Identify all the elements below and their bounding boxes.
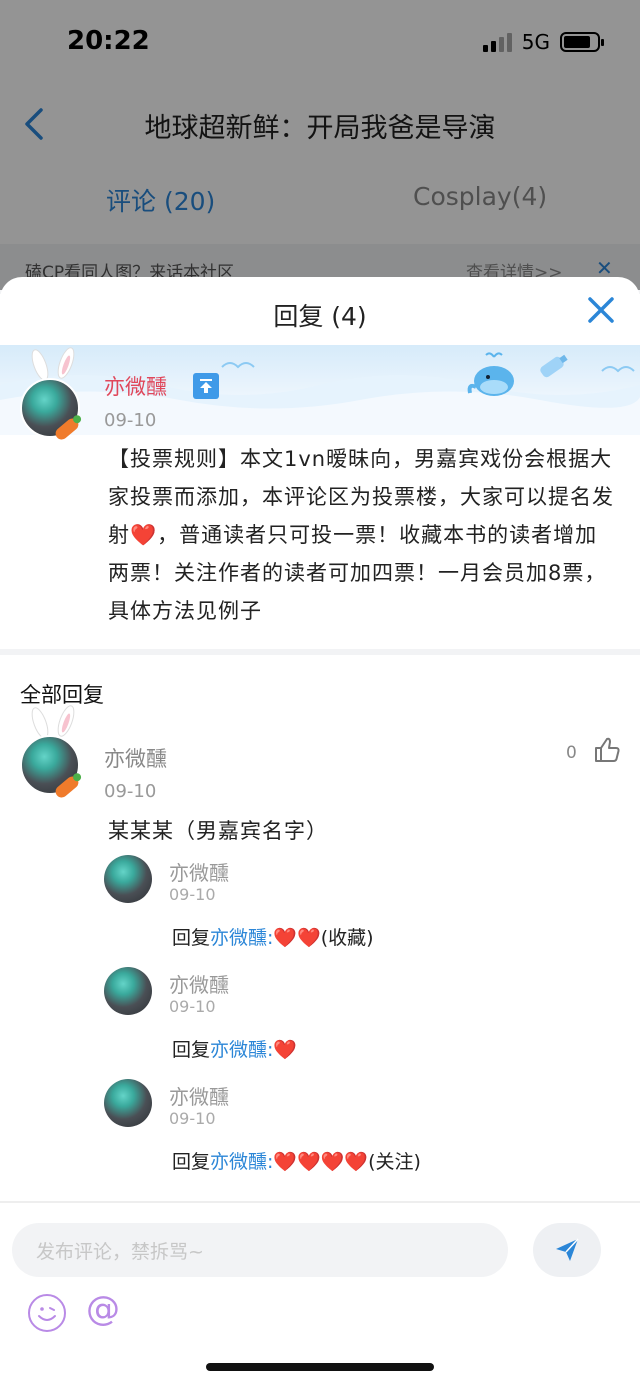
sub-reply-author[interactable]: 亦微醺 (169, 1081, 229, 1110)
like-count: 0 (566, 743, 577, 763)
avatar[interactable] (104, 1079, 152, 1127)
reply-suffix: (收藏) (320, 927, 374, 949)
mention-link[interactable]: 亦微醺: (210, 927, 273, 949)
sub-reply-text: 回复亦微醺:❤️❤️(收藏) (172, 923, 374, 950)
reply-prefix: 回复 (172, 1151, 211, 1173)
thumbs-up-icon[interactable] (592, 735, 622, 765)
reply-item: 亦微醺 09-10 0 某某某（男嘉宾名字） (0, 705, 640, 843)
reply-suffix: (关注) (368, 1151, 421, 1173)
home-indicator (206, 1363, 434, 1371)
sheet-title: 回复 (4) (273, 302, 367, 331)
heart-emoji: ❤️❤️ (273, 927, 321, 949)
mention-link[interactable]: 亦微醺: (210, 1039, 273, 1061)
heart-emoji: ❤️ (130, 523, 158, 547)
heart-emoji: ❤️❤️❤️❤️ (273, 1151, 369, 1173)
comment-text: 【投票规则】本文1vn暧昧向，男嘉宾戏份会根据大家投票而添加，本评论区为投票楼，… (108, 440, 618, 630)
comment-author[interactable]: 亦微醺 (104, 371, 167, 401)
input-divider (0, 1201, 640, 1203)
send-icon (556, 1238, 579, 1261)
emoji-icon[interactable] (28, 1294, 66, 1332)
sub-reply-date: 09-10 (169, 1109, 216, 1128)
pin-top-icon (193, 373, 219, 399)
avatar[interactable] (104, 855, 152, 903)
section-divider (0, 649, 640, 655)
sub-reply-item: 亦微醺 09-10 回复亦微醺:❤️ (0, 967, 640, 1079)
mention-link[interactable]: 亦微醺: (210, 1151, 273, 1173)
sheet-header: 回复 (4) (0, 277, 640, 345)
reply-prefix: 回复 (172, 1039, 211, 1061)
sub-reply-date: 09-10 (169, 997, 216, 1016)
comment-input[interactable]: 发布评论，禁拆骂~ (12, 1223, 508, 1277)
sub-reply-item: 亦微醺 09-10 回复亦微醺:❤️❤️(收藏) (0, 855, 640, 967)
reply-date: 09-10 (104, 781, 157, 802)
sub-reply-author[interactable]: 亦微醺 (169, 969, 229, 998)
comment-date: 09-10 (104, 410, 157, 431)
comment-text-part-2: ，普通读者只可投一票！收藏本书的读者增加两票！关注作者的读者可加四票！一月会员加… (108, 523, 607, 623)
reply-text: 某某某（男嘉宾名字） (108, 819, 328, 843)
main-comment: 亦微醺 09-10 【投票规则】本文1vn暧昧向，男嘉宾戏份会根据大家投票而添加… (0, 345, 640, 652)
sub-reply-item: 亦微醺 09-10 回复亦微醺:❤️❤️❤️❤️(关注) (0, 1079, 640, 1191)
sub-reply-date: 09-10 (169, 885, 216, 904)
sub-reply-text: 回复亦微醺:❤️❤️❤️❤️(关注) (172, 1147, 421, 1174)
at-icon[interactable]: @ (86, 1289, 120, 1329)
reply-author[interactable]: 亦微醺 (104, 743, 167, 773)
avatar[interactable] (104, 967, 152, 1015)
heart-emoji: ❤️ (273, 1039, 298, 1061)
sub-reply-author[interactable]: 亦微醺 (169, 857, 229, 886)
modal-overlay[interactable] (0, 0, 640, 290)
reply-prefix: 回复 (172, 927, 211, 949)
close-icon[interactable] (586, 295, 616, 325)
sub-reply-text: 回复亦微醺:❤️ (172, 1035, 297, 1062)
reply-sheet: 回复 (4) 亦微醺 09-10 【投票规则】本文1vn暧昧向，男嘉宾戏份会根据… (0, 277, 640, 1385)
send-button[interactable] (533, 1223, 601, 1277)
